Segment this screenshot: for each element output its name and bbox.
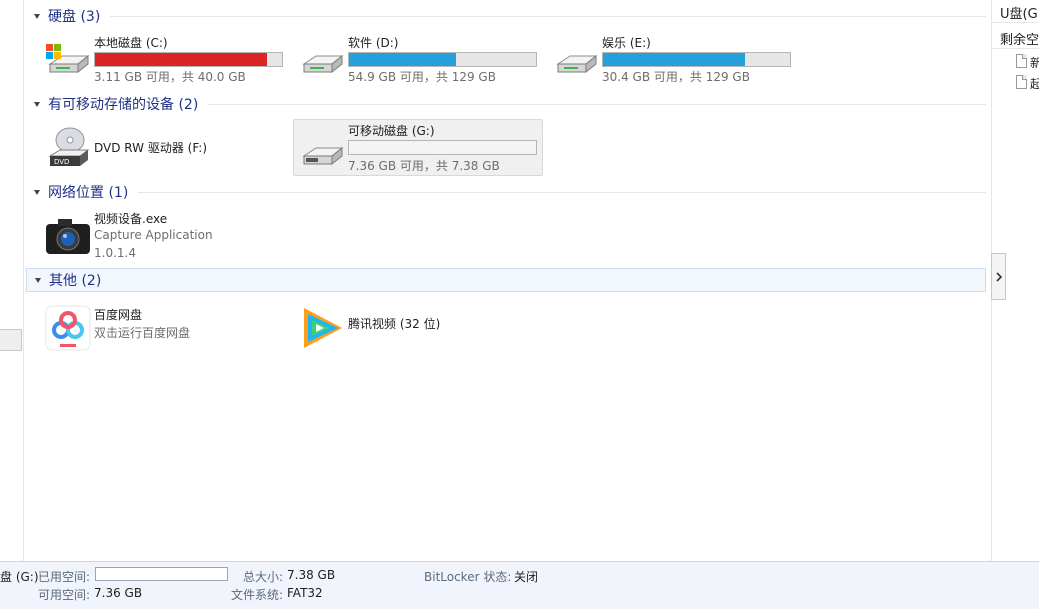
drive-item-d[interactable]: 软件 (D:) 54.9 GB 可用，共 129 GB	[294, 28, 544, 84]
collapse-triangle-icon[interactable]	[35, 277, 41, 283]
navigation-pane	[0, 0, 24, 561]
used-space-bar	[95, 567, 228, 581]
group-header-network[interactable]: 网络位置 (1)	[26, 180, 986, 204]
app-description: Capture Application	[94, 228, 213, 242]
preview-heading: U盘(G:	[1000, 7, 1039, 22]
details-pane: 盘 (G:) 已用空间: 总大小: 7.38 GB BitLocker 状态: …	[0, 561, 1039, 609]
group-header-hard-disks[interactable]: 硬盘 (3)	[26, 4, 986, 28]
group-header-removable[interactable]: 有可移动存储的设备 (2)	[26, 92, 986, 116]
capacity-bar-fill	[349, 53, 456, 66]
drive-item-f[interactable]: DVD DVD RW 驱动器 (F:)	[40, 118, 290, 174]
hard-drive-icon	[556, 54, 598, 74]
capacity-bar-fill	[603, 53, 746, 66]
collapse-triangle-icon[interactable]	[34, 189, 40, 195]
capacity-bar	[348, 140, 537, 155]
capacity-bar-fill	[95, 53, 268, 66]
app-version: 1.0.1.4	[94, 246, 136, 260]
free-space-value: 7.36 GB	[94, 586, 143, 600]
details-drive-name: 盘 (G:)	[0, 570, 39, 584]
total-size-label: 总大小:	[243, 570, 284, 584]
file-system-value: FAT32	[287, 586, 323, 600]
drive-space-text: 54.9 GB 可用，共 129 GB	[348, 70, 496, 84]
removable-drive-icon	[302, 146, 344, 166]
drives-view: 硬盘 (3) 本地磁盘 (C:) 3.11 GB 可用，共 40.0 GB 软件…	[24, 0, 991, 561]
group-divider	[110, 15, 986, 17]
group-divider	[208, 103, 986, 105]
collapse-triangle-icon[interactable]	[34, 101, 40, 107]
drive-name: 可移动磁盘 (G:)	[348, 124, 435, 138]
capacity-bar	[94, 52, 283, 67]
drive-name: 本地磁盘 (C:)	[94, 36, 168, 50]
file-icon	[1016, 54, 1027, 68]
drive-space-text: 30.4 GB 可用，共 129 GB	[602, 70, 750, 84]
drive-space-text: 3.11 GB 可用，共 40.0 GB	[94, 70, 246, 84]
preview-row: 剩余空	[1000, 33, 1039, 48]
expand-pane-button[interactable]	[991, 253, 1006, 300]
bitlocker-label: BitLocker 状态:	[424, 570, 512, 584]
total-size-value: 7.38 GB	[287, 568, 336, 582]
group-title: 其他 (2)	[49, 273, 102, 289]
app-name: 视频设备.exe	[94, 212, 168, 226]
file-icon	[1016, 75, 1027, 89]
group-divider	[138, 191, 986, 193]
explorer-window: 硬盘 (3) 本地磁盘 (C:) 3.11 GB 可用，共 40.0 GB 软件…	[0, 0, 1039, 609]
drive-name: 娱乐 (E:)	[602, 36, 651, 50]
chevron-right-icon	[995, 271, 1002, 282]
group-title: 有可移动存储的设备 (2)	[48, 97, 199, 113]
app-item-tencent-video[interactable]: 腾讯视频 (32 位)	[294, 298, 544, 354]
drive-space-text: 7.36 GB 可用，共 7.38 GB	[348, 159, 500, 173]
app-item-baidu[interactable]: 百度网盘 双击运行百度网盘	[40, 298, 290, 354]
app-description: 双击运行百度网盘	[94, 326, 191, 340]
capacity-bar	[348, 52, 537, 67]
drive-item-c[interactable]: 本地磁盘 (C:) 3.11 GB 可用，共 40.0 GB	[40, 28, 290, 84]
preview-file-name[interactable]: 新	[1030, 54, 1039, 71]
drive-name: DVD RW 驱动器 (F:)	[94, 141, 208, 155]
bitlocker-value: 关闭	[514, 570, 539, 584]
collapse-triangle-icon[interactable]	[34, 13, 40, 19]
windows-drive-icon	[46, 44, 90, 74]
dvd-drive-icon: DVD	[48, 127, 90, 166]
used-space-label: 已用空间:	[38, 570, 91, 584]
drive-item-e[interactable]: 娱乐 (E:) 30.4 GB 可用，共 129 GB	[548, 28, 798, 84]
network-item[interactable]: 视频设备.exe Capture Application 1.0.1.4	[40, 206, 290, 264]
tencent-video-icon	[304, 308, 342, 348]
group-title: 网络位置 (1)	[48, 185, 129, 201]
camera-icon	[46, 219, 90, 254]
free-space-label: 可用空间:	[38, 588, 91, 602]
svg-text:DVD: DVD	[54, 158, 69, 166]
capacity-bar	[602, 52, 791, 67]
app-name: 腾讯视频 (32 位)	[348, 317, 441, 331]
preview-divider	[992, 22, 1039, 23]
baidu-netdisk-icon	[45, 305, 91, 351]
preview-file-name[interactable]: 起	[1030, 75, 1039, 92]
group-header-other[interactable]: 其他 (2)	[26, 268, 986, 292]
drive-name: 软件 (D:)	[348, 36, 399, 50]
file-system-label: 文件系统:	[231, 588, 284, 602]
group-title: 硬盘 (3)	[48, 9, 101, 25]
preview-divider	[992, 48, 1039, 49]
hard-drive-icon	[302, 54, 344, 74]
drive-item-g[interactable]: 可移动磁盘 (G:) 7.36 GB 可用，共 7.38 GB	[293, 119, 543, 176]
app-name: 百度网盘	[94, 308, 143, 322]
nav-scroll-button[interactable]	[0, 329, 22, 351]
